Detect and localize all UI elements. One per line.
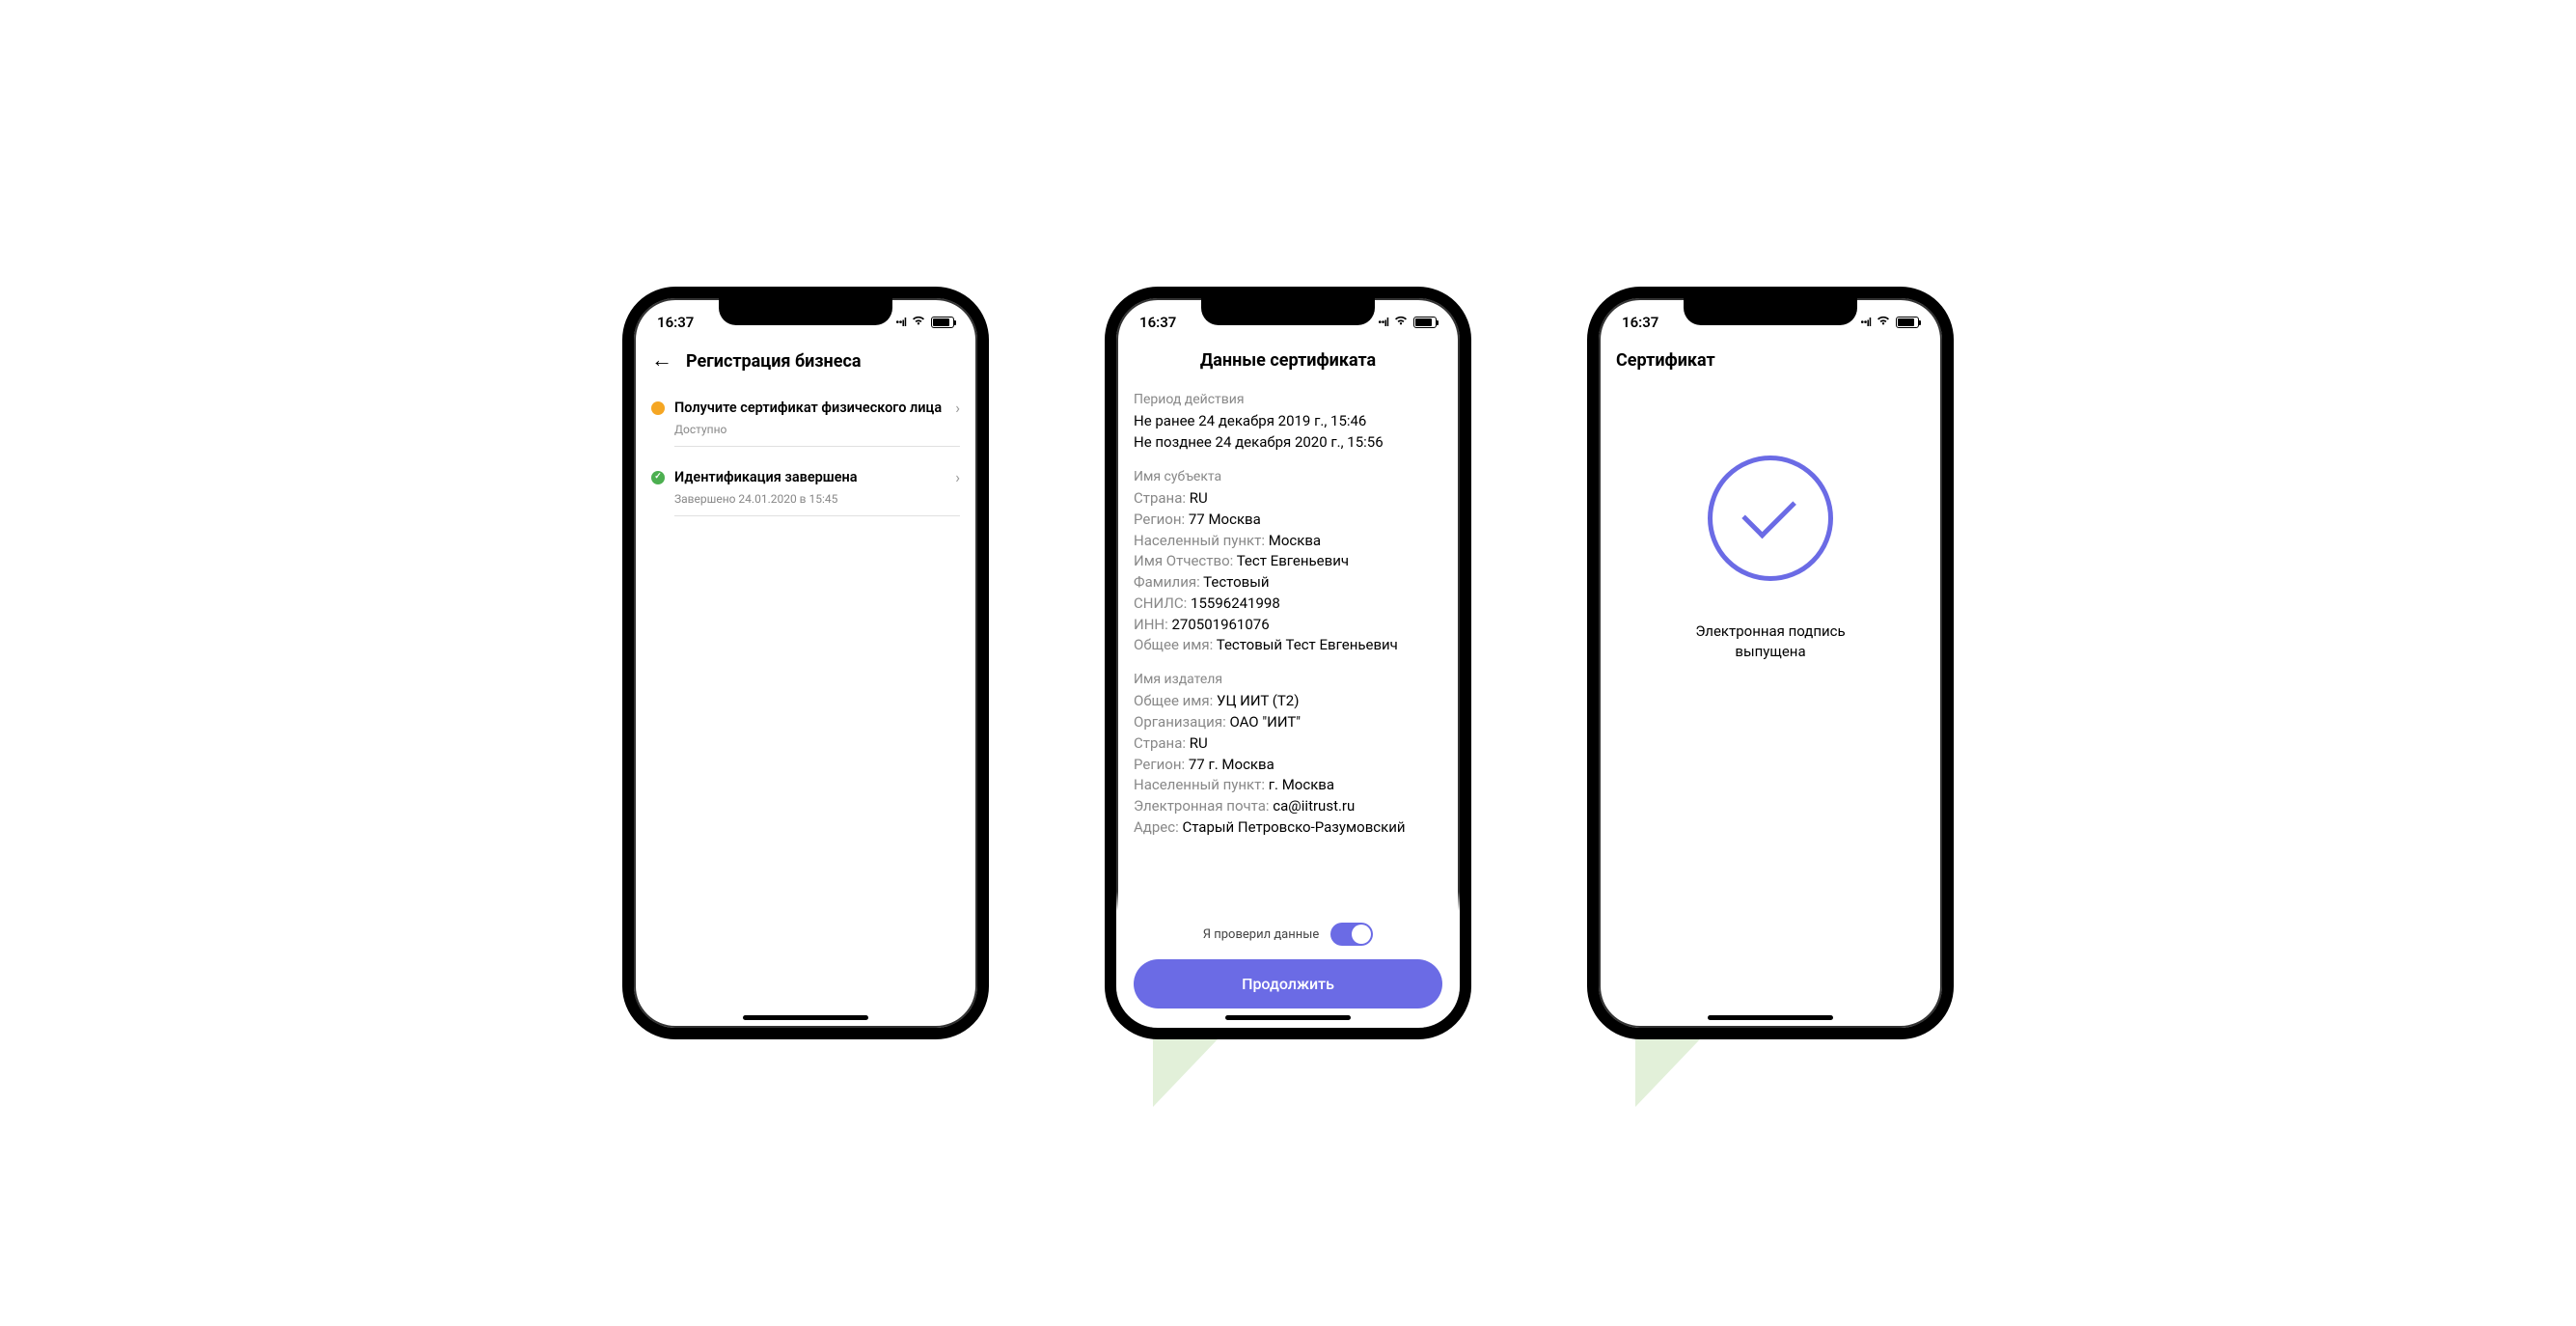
field-key: Населенный пункт: (1134, 532, 1265, 549)
wifi-icon (1876, 315, 1891, 330)
field-val: Тестовый (1203, 573, 1269, 591)
field-val: RU (1190, 489, 1208, 507)
field-val: 77 Москва (1189, 511, 1261, 528)
page-title: Регистрация бизнеса (686, 351, 861, 372)
field-val: Москва (1269, 532, 1321, 549)
battery-icon (1896, 317, 1919, 328)
success-check-icon (1708, 456, 1833, 581)
section-label-subject: Имя субъекта (1134, 467, 1442, 486)
section-label-issuer: Имя издателя (1134, 670, 1442, 689)
pending-icon (651, 401, 665, 415)
field-val: УЦ ИИТ (Т2) (1217, 692, 1299, 709)
home-indicator (743, 1015, 868, 1020)
battery-icon (931, 317, 954, 328)
list-item-sub: Завершено 24.01.2020 в 15:45 (674, 492, 960, 516)
page-title: Сертификат (1616, 350, 1715, 371)
field-key: Общее имя: (1134, 692, 1213, 709)
field-val: RU (1190, 734, 1208, 752)
notch (1201, 298, 1375, 325)
field-key: Имя Отчество: (1134, 552, 1233, 569)
wifi-icon (1393, 315, 1409, 330)
certificate-details: Период действия Не ранее 24 декабря 2019… (1116, 380, 1460, 911)
field-val: Старый Петровско-Разумовский (1182, 818, 1405, 836)
field-key: Населенный пункт: (1134, 776, 1265, 793)
chevron-right-icon: › (955, 468, 960, 486)
field-key: Страна: (1134, 734, 1186, 752)
field-val: 15596241998 (1191, 594, 1280, 612)
header: ← Регистрация бизнеса (634, 337, 977, 385)
status-time: 16:37 (1622, 314, 1658, 331)
list-item-label: Получите сертификат физического лица (674, 400, 945, 416)
field-key: Общее имя: (1134, 636, 1213, 653)
list-item-identification[interactable]: ✓ Идентификация завершена › Завершено 24… (634, 455, 977, 524)
wifi-icon (911, 315, 926, 330)
continue-button[interactable]: Продолжить (1134, 959, 1442, 1008)
field-key: Организация: (1134, 713, 1226, 731)
status-time: 16:37 (657, 314, 694, 331)
field-key: Адрес: (1134, 818, 1179, 836)
field-key: Регион: (1134, 756, 1185, 773)
field-val: г. Москва (1269, 776, 1334, 793)
field-key: СНИЛС: (1134, 594, 1187, 612)
phone-screen-2: 16:37 ••ıl Данные сертификата Период дей… (1105, 287, 1471, 1039)
field-key: ИНН: (1134, 616, 1168, 633)
battery-icon (1413, 317, 1437, 328)
signal-icon: ••ıl (895, 316, 906, 329)
chevron-right-icon: › (955, 399, 960, 417)
home-indicator (1225, 1015, 1351, 1020)
notch (719, 298, 892, 325)
list-item-label: Идентификация завершена (674, 469, 945, 485)
home-indicator (1708, 1015, 1833, 1020)
header: Данные сертификата (1116, 337, 1460, 380)
done-icon: ✓ (651, 471, 665, 484)
phone-screen-1: 16:37 ••ıl ← Регистрация бизнеса Получит… (622, 287, 989, 1039)
list-item-certificate[interactable]: Получите сертификат физического лица › Д… (634, 385, 977, 455)
back-arrow-icon[interactable]: ← (651, 350, 672, 372)
period-from: Не ранее 24 декабря 2019 г., 15:46 (1134, 411, 1442, 432)
field-val: ОАО "ИИТ" (1229, 713, 1301, 731)
toggle-label: Я проверил данные (1203, 927, 1320, 942)
phone-screen-3: 16:37 ••ıl Сертификат Электронная подпис… (1587, 287, 1954, 1039)
page-title: Данные сертификата (1200, 350, 1376, 371)
success-message: Электронная подпись выпущена (1695, 622, 1845, 662)
header: Сертификат (1599, 337, 1942, 378)
section-label-period: Период действия (1134, 390, 1442, 409)
verified-toggle[interactable] (1330, 923, 1373, 946)
field-val: Тестовый Тест Евгеньевич (1217, 636, 1398, 653)
field-key: Страна: (1134, 489, 1186, 507)
field-key: Фамилия: (1134, 573, 1200, 591)
field-val: Тест Евгеньевич (1237, 552, 1349, 569)
signal-icon: ••ıl (1378, 316, 1388, 329)
signal-icon: ••ıl (1860, 316, 1871, 329)
field-val: 77 г. Москва (1189, 756, 1274, 773)
list-item-sub: Доступно (674, 423, 960, 447)
period-to: Не позднее 24 декабря 2020 г., 15:56 (1134, 432, 1442, 454)
field-key: Регион: (1134, 511, 1185, 528)
field-key: Электронная почта: (1134, 797, 1270, 815)
status-time: 16:37 (1139, 314, 1176, 331)
notch (1684, 298, 1857, 325)
field-val: 270501961076 (1171, 616, 1269, 633)
field-val: ca@iitrust.ru (1273, 797, 1355, 815)
